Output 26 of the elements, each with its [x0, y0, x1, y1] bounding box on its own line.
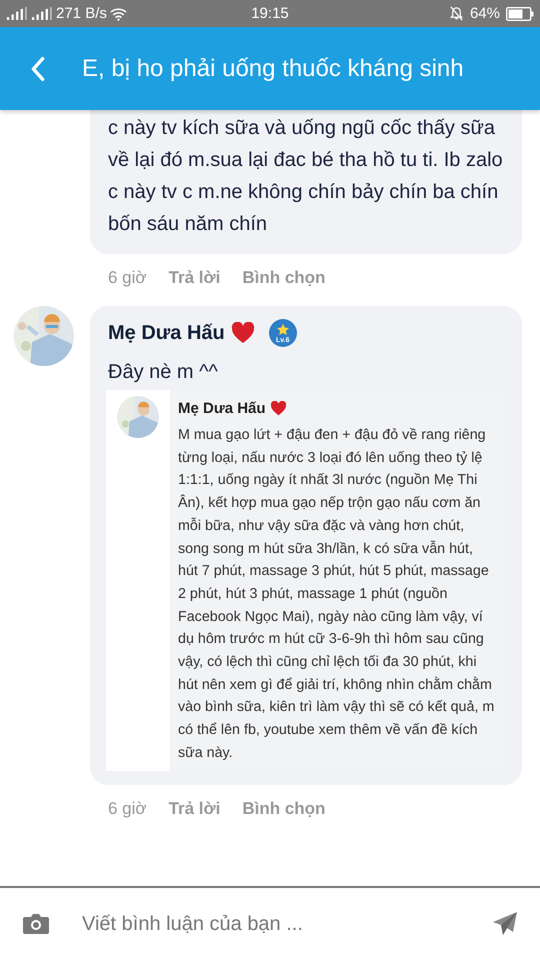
comment-action-link[interactable]: Trả lời [168, 798, 220, 833]
comment-action-link[interactable]: Bình chọn [242, 268, 326, 302]
author-name[interactable]: Mẹ Dưa Hấu [108, 322, 225, 344]
signal-icon [31, 7, 53, 20]
author-name: Mẹ Dưa Hấu [178, 400, 266, 416]
comment-time: 6 giờ [108, 798, 147, 820]
comment-action-link[interactable]: Bình chọn [242, 798, 326, 833]
page-title: E, bị ho phải uống thuốc kháng sinh [82, 54, 464, 82]
signal-icon [6, 7, 28, 20]
comment-action-link[interactable]: Trả lời [168, 268, 220, 302]
camera-icon[interactable] [22, 912, 50, 936]
comment-text: Đây nè m ^^ [108, 360, 219, 385]
comment-text: c này tv kích sữa và uống ngũ cốc thấy sữa về lại đó m.sua lại đac bé tha hồ tu ti. Ib zalo c này tv c m.ne không chín bảy chín ba chín bốn sáu năm chín [108, 116, 504, 237]
battery-percent: 64% [470, 5, 500, 22]
wifi-icon [110, 6, 127, 20]
heart-icon [230, 322, 255, 344]
comment-input-field[interactable]: Viết bình luận của bạn ... [80, 912, 462, 936]
battery-icon [506, 6, 534, 20]
clock: 19:15 [251, 5, 289, 22]
bell-off-icon [448, 6, 464, 21]
heart-icon [270, 400, 287, 416]
comment-text: M mua gạo lứt + đậu đen + đậu đỏ về rang riêng từng loại, nấu nước 3 loại đó lên uống theo tỷ lệ 1:1:1, uống ngày ít nhất 3l nước (nguồn Mẹ Thi Ân), kết hợp mua gạo nếp trộn gạo nấu cơm ăn mỗi bữa, như vậy sữa đặc và vàng hơn chút, song song m hút sữa 3h/lần, k có sữa vẫn hút, hút 7 phút, massage 3 phút, hút 5 phút, massage 2 phút, hút 3 phút, massage 1 phút (nguồn Facebook Ngọc Mai), ngày nào cũng làm vậy, ví dụ hôm trước m hút cữ 3-6-9h thì hôm sau cũng vậy, có lệch thì cũng chỉ lệch tối đa 30 phút, khi hút nên xem gì để giải trí, không nhìn chằm chằm vào bình sữa, kiên trì làm vậy thì sẽ có kết quả, m có thể lên fb, youtube xem thêm về vấn đề kích sữa này. [178, 426, 496, 763]
send-icon[interactable] [492, 911, 518, 937]
star-icon [276, 323, 290, 337]
network-speed: 271 B/s [56, 5, 107, 22]
comment-time: 6 giờ [108, 268, 147, 289]
